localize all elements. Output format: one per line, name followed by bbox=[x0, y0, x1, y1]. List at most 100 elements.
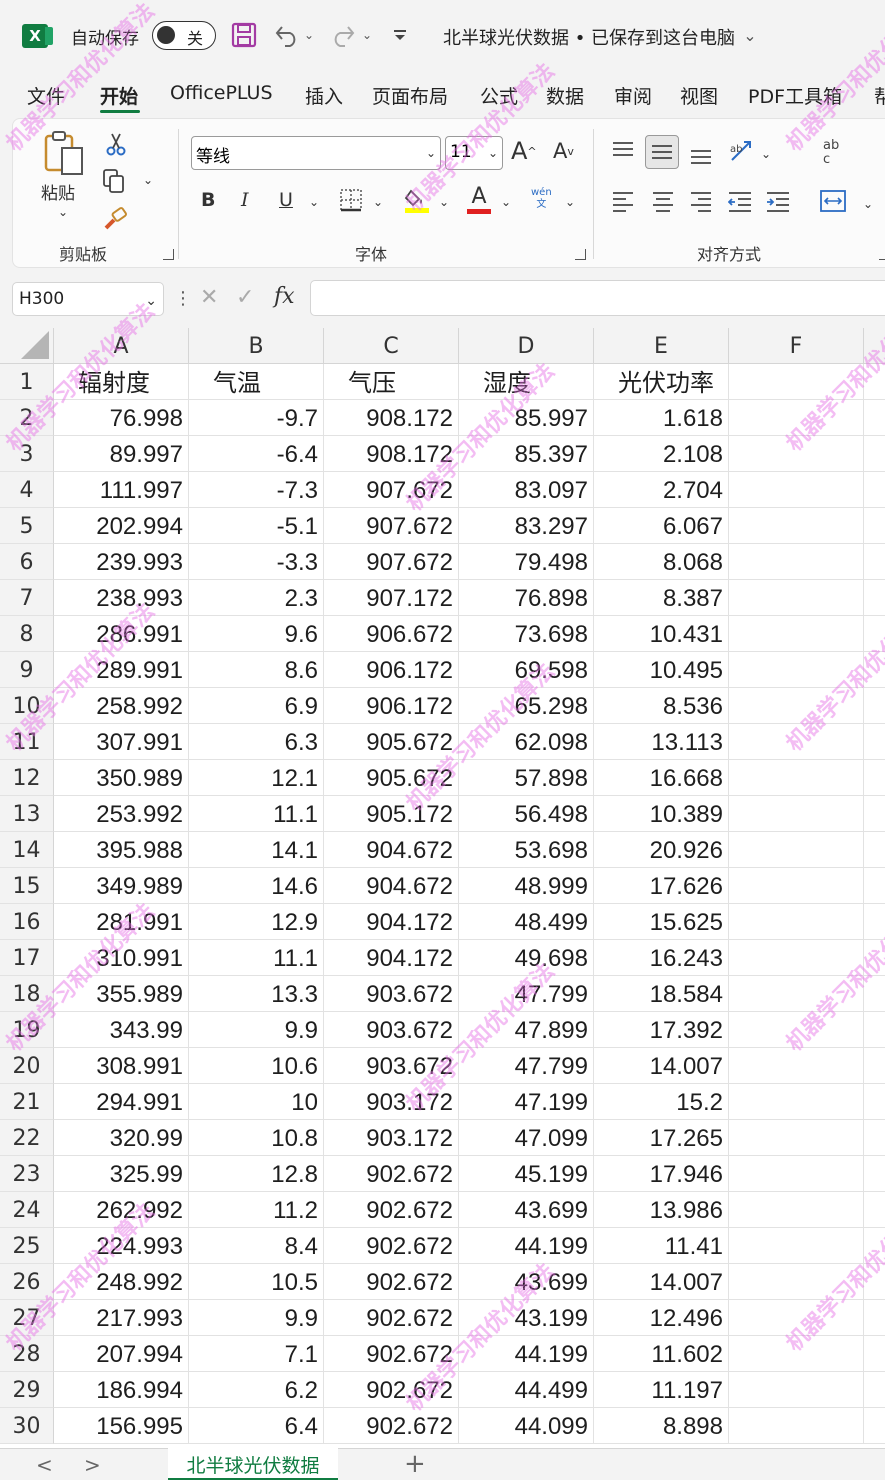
table-cell[interactable]: 47.799 bbox=[459, 1048, 594, 1084]
orientation-icon[interactable]: ab bbox=[727, 137, 755, 165]
paste-icon[interactable] bbox=[39, 129, 89, 177]
table-cell[interactable]: 8.4 bbox=[189, 1228, 324, 1264]
table-cell[interactable]: 258.992 bbox=[54, 688, 189, 724]
header-cell[interactable]: 气压 bbox=[324, 364, 459, 400]
row-header[interactable]: 14 bbox=[0, 832, 54, 868]
table-cell[interactable]: -5.1 bbox=[189, 508, 324, 544]
table-cell[interactable]: 73.698 bbox=[459, 616, 594, 652]
table-cell[interactable]: 207.994 bbox=[54, 1336, 189, 1372]
table-cell[interactable]: 903.672 bbox=[324, 976, 459, 1012]
table-cell[interactable]: 10.5 bbox=[189, 1264, 324, 1300]
table-cell[interactable]: 253.992 bbox=[54, 796, 189, 832]
prev-sheet-icon[interactable]: < bbox=[36, 1453, 53, 1477]
table-cell[interactable]: 156.995 bbox=[54, 1408, 189, 1444]
table-cell[interactable]: 395.988 bbox=[54, 832, 189, 868]
table-cell[interactable]: -6.4 bbox=[189, 436, 324, 472]
row-header[interactable]: 9 bbox=[0, 652, 54, 688]
table-cell[interactable]: 9.6 bbox=[189, 616, 324, 652]
table-cell[interactable]: 10.431 bbox=[594, 616, 729, 652]
table-cell[interactable] bbox=[729, 544, 864, 580]
tab-data[interactable]: 数据 bbox=[546, 82, 584, 109]
row-header[interactable]: 29 bbox=[0, 1372, 54, 1408]
sheet-tab-active[interactable]: 北半球光伏数据 bbox=[168, 1448, 338, 1480]
table-cell[interactable]: 307.991 bbox=[54, 724, 189, 760]
table-cell[interactable]: 10 bbox=[189, 1084, 324, 1120]
align-bottom-icon[interactable] bbox=[689, 143, 713, 167]
row-header[interactable]: 15 bbox=[0, 868, 54, 904]
paste-dropdown-icon[interactable]: ⌄ bbox=[58, 205, 68, 219]
table-cell[interactable]: 902.672 bbox=[324, 1228, 459, 1264]
table-cell[interactable] bbox=[864, 1372, 885, 1408]
table-cell[interactable]: 2.704 bbox=[594, 472, 729, 508]
row-header[interactable]: 27 bbox=[0, 1300, 54, 1336]
align-center-icon[interactable] bbox=[651, 189, 675, 213]
table-cell[interactable]: 13.986 bbox=[594, 1192, 729, 1228]
customize-qat-icon[interactable] bbox=[390, 20, 410, 50]
tab-insert[interactable]: 插入 bbox=[305, 82, 343, 109]
table-cell[interactable]: 289.991 bbox=[54, 652, 189, 688]
tab-home[interactable]: 开始 bbox=[100, 82, 138, 109]
table-cell[interactable]: 904.672 bbox=[324, 868, 459, 904]
row-header[interactable]: 10 bbox=[0, 688, 54, 724]
align-top-icon[interactable] bbox=[611, 139, 635, 163]
table-cell[interactable]: 903.172 bbox=[324, 1084, 459, 1120]
table-cell[interactable]: 44.199 bbox=[459, 1336, 594, 1372]
copy-icon[interactable] bbox=[101, 167, 127, 195]
table-cell[interactable]: 907.672 bbox=[324, 472, 459, 508]
row-header[interactable]: 18 bbox=[0, 976, 54, 1012]
table-cell[interactable] bbox=[864, 1408, 885, 1444]
table-cell[interactable]: 8.387 bbox=[594, 580, 729, 616]
table-cell[interactable] bbox=[729, 1192, 864, 1228]
table-cell[interactable]: 14.1 bbox=[189, 832, 324, 868]
table-cell[interactable]: 13.113 bbox=[594, 724, 729, 760]
column-header-e[interactable]: E bbox=[594, 328, 729, 364]
table-cell[interactable] bbox=[864, 1120, 885, 1156]
underline-button[interactable]: U bbox=[279, 189, 293, 211]
table-cell[interactable] bbox=[729, 940, 864, 976]
insert-function-icon[interactable]: fx bbox=[274, 284, 295, 309]
column-header-f[interactable]: F bbox=[729, 328, 864, 364]
table-cell[interactable] bbox=[729, 1372, 864, 1408]
table-cell[interactable]: 294.991 bbox=[54, 1084, 189, 1120]
table-cell[interactable] bbox=[864, 1300, 885, 1336]
table-cell[interactable]: 15.2 bbox=[594, 1084, 729, 1120]
table-cell[interactable]: 12.1 bbox=[189, 760, 324, 796]
table-cell[interactable]: 69.598 bbox=[459, 652, 594, 688]
table-cell[interactable] bbox=[729, 508, 864, 544]
undo-icon[interactable] bbox=[272, 20, 302, 50]
table-cell[interactable] bbox=[864, 868, 885, 904]
font-size-select[interactable]: 11 ⌄ bbox=[445, 136, 503, 170]
row-header[interactable]: 17 bbox=[0, 940, 54, 976]
table-cell[interactable] bbox=[864, 796, 885, 832]
table-cell[interactable]: 902.672 bbox=[324, 1264, 459, 1300]
table-cell[interactable]: 248.992 bbox=[54, 1264, 189, 1300]
table-cell[interactable]: 262.992 bbox=[54, 1192, 189, 1228]
redo-icon[interactable] bbox=[328, 20, 358, 50]
wrap-text-icon[interactable]: ab c bbox=[823, 139, 839, 167]
table-cell[interactable] bbox=[729, 868, 864, 904]
table-cell[interactable] bbox=[864, 832, 885, 868]
table-cell[interactable] bbox=[864, 1012, 885, 1048]
table-cell[interactable]: 907.172 bbox=[324, 580, 459, 616]
table-cell[interactable]: 57.898 bbox=[459, 760, 594, 796]
undo-dropdown-icon[interactable]: ⌄ bbox=[302, 20, 316, 50]
row-header[interactable]: 13 bbox=[0, 796, 54, 832]
table-cell[interactable]: -7.3 bbox=[189, 472, 324, 508]
table-cell[interactable]: 903.672 bbox=[324, 1012, 459, 1048]
table-cell[interactable] bbox=[729, 1300, 864, 1336]
header-cell[interactable]: 湿度 bbox=[459, 364, 594, 400]
table-cell[interactable]: 325.99 bbox=[54, 1156, 189, 1192]
table-cell[interactable]: 65.298 bbox=[459, 688, 594, 724]
table-cell[interactable]: 44.099 bbox=[459, 1408, 594, 1444]
table-cell[interactable]: 224.993 bbox=[54, 1228, 189, 1264]
table-cell[interactable]: 7.1 bbox=[189, 1336, 324, 1372]
row-header[interactable]: 1 bbox=[0, 364, 54, 400]
table-cell[interactable]: 11.2 bbox=[189, 1192, 324, 1228]
tab-help[interactable]: 帮 bbox=[874, 82, 885, 109]
table-cell[interactable]: 85.997 bbox=[459, 400, 594, 436]
table-cell[interactable]: 12.8 bbox=[189, 1156, 324, 1192]
bold-button[interactable]: B bbox=[201, 189, 215, 211]
merge-dropdown-icon[interactable]: ⌄ bbox=[863, 197, 873, 211]
paste-label[interactable]: 粘贴 bbox=[41, 179, 75, 204]
table-cell[interactable]: 908.172 bbox=[324, 436, 459, 472]
